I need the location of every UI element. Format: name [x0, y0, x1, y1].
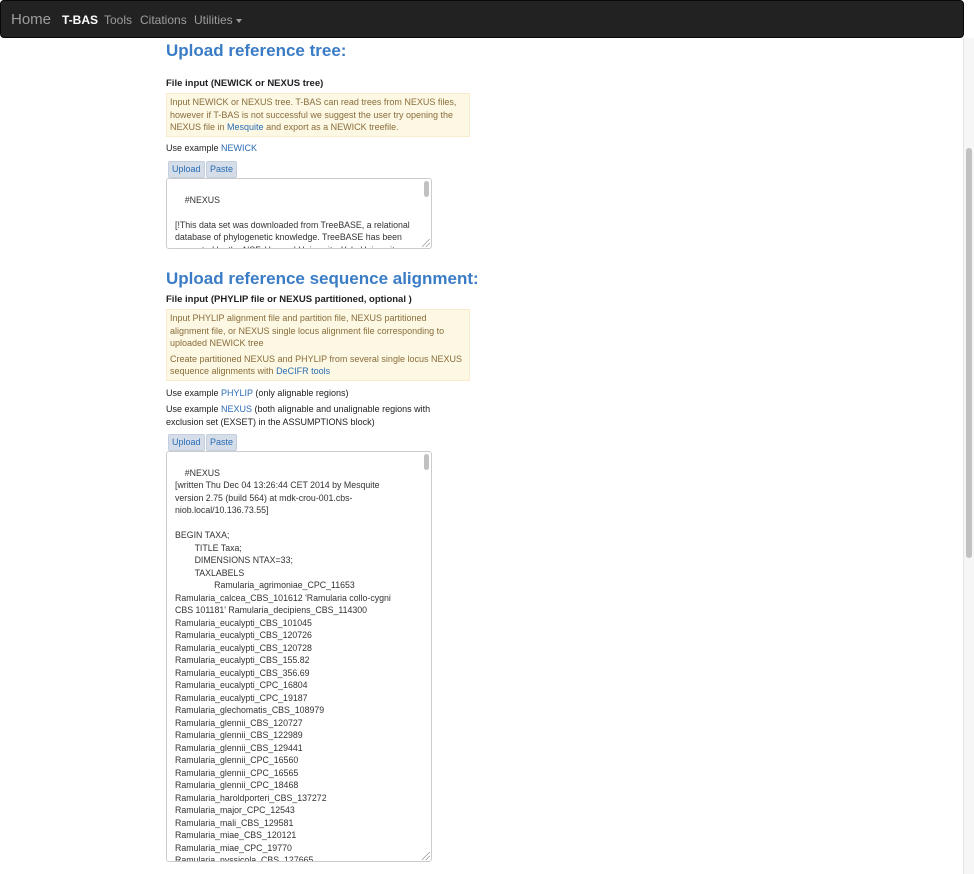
tree-example-line: Use example NEWICK — [166, 142, 456, 155]
tree-alert-text-end: and export as a NEWICK treefile. — [263, 122, 399, 132]
tree-section-heading: Upload reference tree: — [166, 41, 347, 60]
page-scrollbar-thumb[interactable] — [966, 148, 972, 558]
nav-utilities-dropdown[interactable]: Utilities — [194, 13, 242, 27]
alignment-section-heading: Upload reference sequence alignment: — [166, 269, 479, 288]
chevron-down-icon — [235, 18, 242, 23]
tree-textarea-scroll-thumb[interactable] — [424, 181, 429, 197]
phylip-example-suffix: (only alignable regions) — [252, 388, 349, 398]
top-navbar: Home T-BAS Tools Citations Utilities — [0, 0, 964, 38]
alignment-textarea-scroll-thumb[interactable] — [424, 454, 429, 470]
nav-tools-link[interactable]: Tools — [104, 13, 132, 27]
tree-upload-button[interactable]: Upload — [168, 161, 205, 178]
phylip-example-prefix: Use example — [166, 388, 222, 398]
alignment-file-label: File input (PHYLIP file or NEXUS partiti… — [166, 294, 412, 305]
phylip-example-link[interactable]: PHYLIP — [221, 388, 253, 398]
alignment-info-alert: Input PHYLIP alignment file and partitio… — [166, 309, 470, 381]
nav-tbas-link[interactable]: T-BAS — [62, 13, 98, 27]
tree-textarea[interactable]: #NEXUS [!This data set was downloaded fr… — [166, 178, 432, 249]
alignment-upload-button[interactable]: Upload — [168, 434, 205, 451]
resize-grip-icon[interactable] — [422, 239, 430, 247]
mesquite-link[interactable]: Mesquite — [227, 122, 264, 132]
tree-info-alert: Input NEWICK or NEXUS tree. T-BAS can re… — [166, 93, 470, 137]
page-scrollbar[interactable] — [963, 38, 974, 874]
tree-file-label: File input (NEWICK or NEXUS tree) — [166, 78, 324, 89]
tree-textarea-value: #NEXUS [!This data set was downloaded fr… — [175, 194, 410, 249]
nav-utilities-label: Utilities — [194, 13, 233, 27]
nav-home-link[interactable]: Home — [11, 11, 51, 28]
nexus-example-line: Use example NEXUS (both alignable and un… — [166, 403, 456, 428]
tree-example-prefix: Use example — [166, 143, 222, 153]
nexus-example-prefix: Use example — [166, 404, 222, 414]
nexus-example-link[interactable]: NEXUS — [221, 404, 252, 414]
newick-example-link[interactable]: NEWICK — [221, 143, 257, 153]
alignment-paste-button[interactable]: Paste — [206, 434, 238, 451]
resize-grip-icon[interactable] — [422, 852, 430, 860]
phylip-example-line: Use example PHYLIP (only alignable regio… — [166, 387, 456, 400]
tree-paste-button[interactable]: Paste — [206, 161, 238, 178]
alignment-textarea-value: #NEXUS [written Thu Dec 04 13:26:44 CET … — [175, 467, 391, 862]
alignment-alert-text: Input PHYLIP alignment file and partitio… — [170, 313, 445, 348]
nav-citations-link[interactable]: Citations — [140, 13, 187, 27]
decifr-tools-link[interactable]: DeCIFR tools — [276, 366, 330, 376]
alignment-textarea[interactable]: #NEXUS [written Thu Dec 04 13:26:44 CET … — [166, 451, 432, 862]
